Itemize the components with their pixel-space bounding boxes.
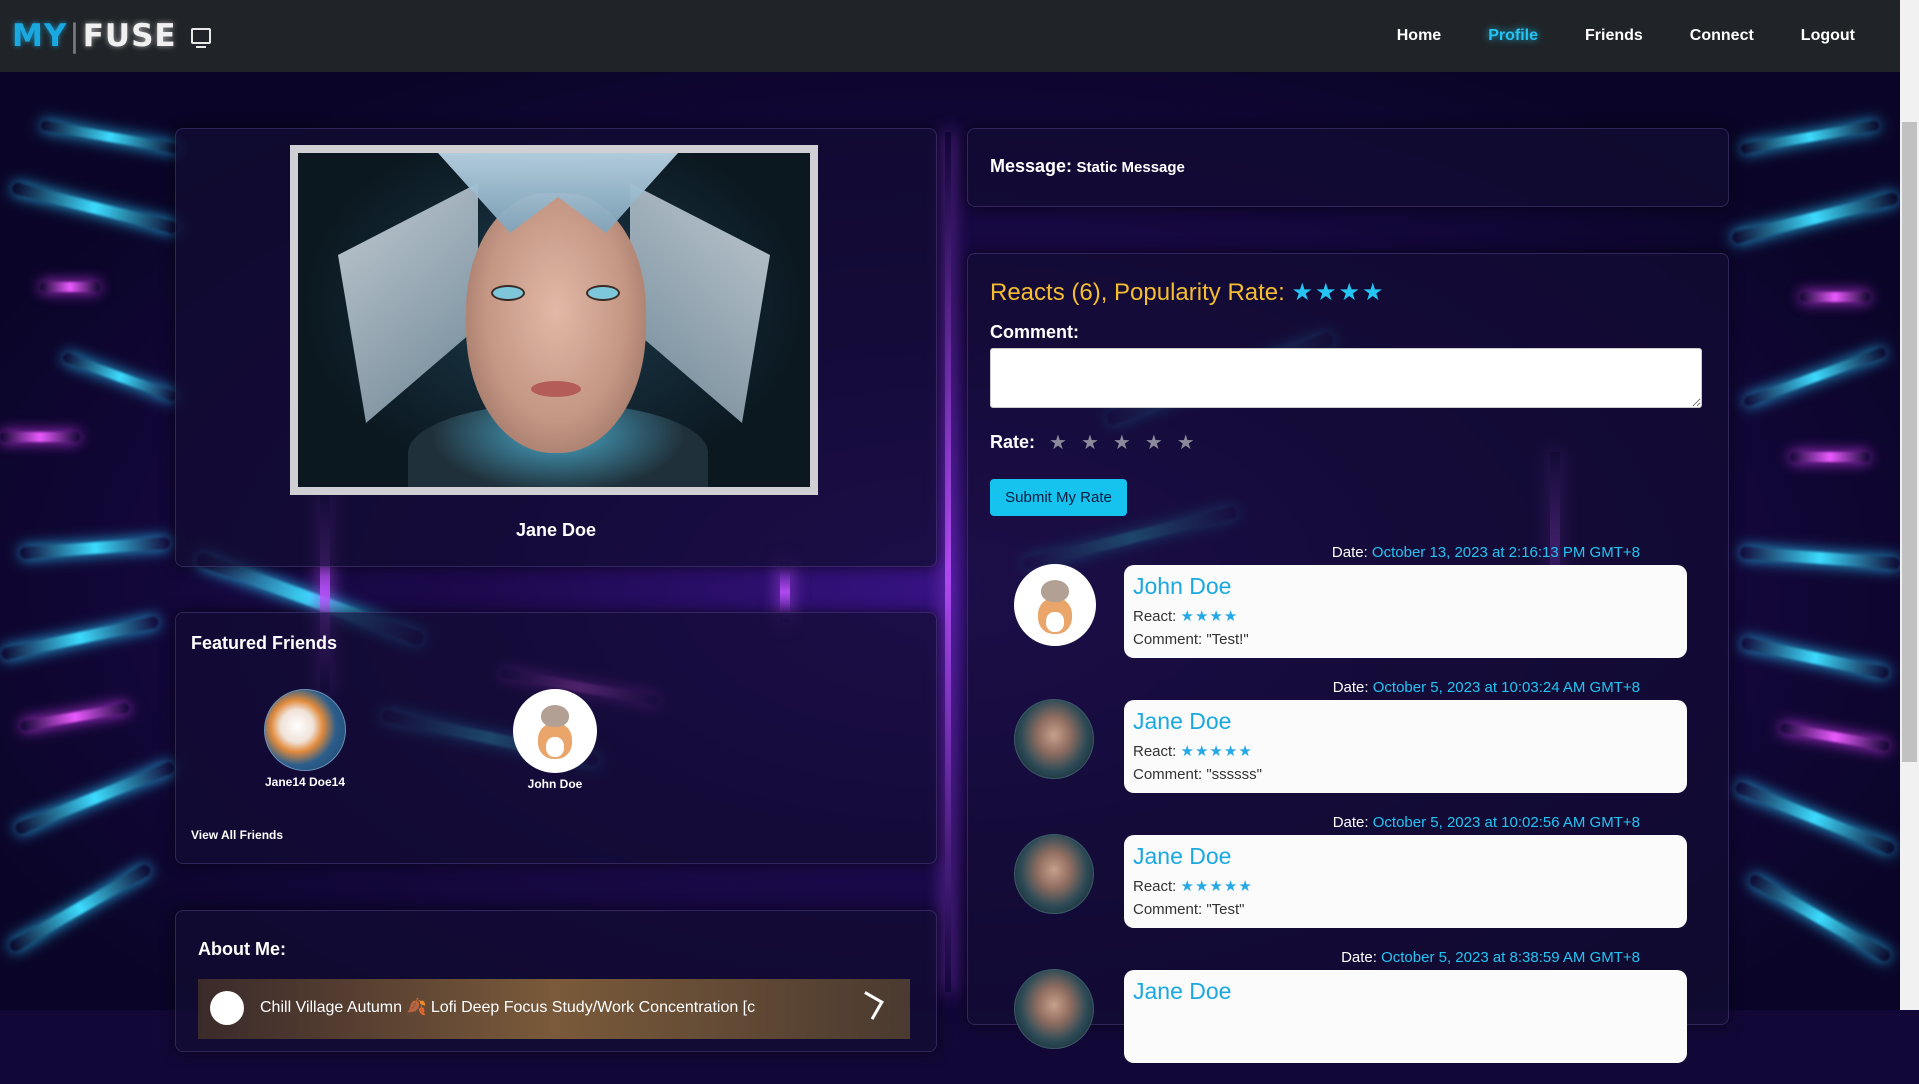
nav-links: Home Profile Friends Connect Logout	[1397, 0, 1855, 72]
featured-friends-panel: Featured Friends Jane14 Doe14 John Doe V…	[175, 612, 937, 864]
submit-rate-button[interactable]: Submit My Rate	[990, 479, 1127, 516]
logo-fuse: FUSE	[82, 18, 177, 54]
dog-with-cat-avatar[interactable]	[1014, 564, 1096, 646]
reacts-count: Reacts (6),	[990, 279, 1108, 306]
react-entry: Date: October 5, 2023 at 8:38:59 AM GMT+…	[968, 949, 1728, 1084]
popularity-stars: ★★★★	[1291, 279, 1386, 306]
date-label: Date:	[1341, 949, 1377, 966]
scrollbar-thumb[interactable]	[1902, 122, 1917, 762]
elf-avatar[interactable]	[1014, 699, 1094, 779]
embedded-video[interactable]: Chill Village Autumn 🍂 Lofi Deep Focus S…	[198, 979, 910, 1039]
rate-star-4-icon[interactable]: ★	[1145, 430, 1163, 455]
friend-jane14-doe14[interactable]: Jane14 Doe14	[245, 689, 365, 789]
logo-my: MY	[12, 18, 68, 54]
profile-card: Jane Doe	[175, 128, 937, 567]
profile-photo	[298, 153, 810, 487]
react-entry: Date: October 5, 2023 at 10:02:56 AM GMT…	[968, 814, 1728, 949]
profile-name: Jane Doe	[515, 520, 597, 540]
nav-home[interactable]: Home	[1397, 27, 1441, 45]
entry-date: October 5, 2023 at 8:38:59 AM GMT+8	[1381, 949, 1640, 966]
react-stars: ★★★★★	[1180, 878, 1253, 895]
reacts-summary: Reacts (6), Popularity Rate: ★★★★	[990, 278, 1386, 307]
rate-star-1-icon[interactable]: ★	[1049, 430, 1067, 455]
reactor-name[interactable]: Jane Doe	[1133, 843, 1231, 870]
about-me-heading: About Me:	[198, 939, 286, 959]
popularity-label: Popularity Rate:	[1114, 279, 1285, 306]
message-label: Message:	[990, 156, 1073, 176]
message-value: Static Message	[1076, 159, 1185, 176]
top-navbar: MY | FUSE Home Profile Friends Connect L…	[0, 0, 1900, 72]
elf-avatar[interactable]	[1014, 969, 1094, 1049]
date-label: Date:	[1332, 814, 1369, 831]
channel-avatar-icon[interactable]	[210, 991, 244, 1025]
react-card: John Doe React: ★★★★ Comment: "Test!"	[1124, 565, 1687, 658]
rate-star-3-icon[interactable]: ★	[1113, 430, 1131, 455]
reactor-name[interactable]: Jane Doe	[1133, 708, 1231, 735]
monitor-icon	[190, 28, 211, 48]
share-icon[interactable]	[855, 991, 884, 1020]
video-title[interactable]: Chill Village Autumn 🍂 Lofi Deep Focus S…	[260, 997, 755, 1017]
friend-name[interactable]: John Doe	[495, 777, 615, 791]
featured-friends-heading: Featured Friends	[191, 633, 338, 653]
message-panel: Message: Static Message	[967, 128, 1729, 207]
react-entry: Date: October 5, 2023 at 10:03:24 AM GMT…	[968, 679, 1728, 814]
reacts-panel: Reacts (6), Popularity Rate: ★★★★ Commen…	[967, 253, 1729, 1063]
react-stars: ★★★★	[1180, 608, 1239, 625]
page-scrollbar[interactable]	[1900, 0, 1919, 1010]
nav-friends[interactable]: Friends	[1585, 27, 1643, 45]
elf-avatar[interactable]	[1014, 834, 1094, 914]
nav-logout[interactable]: Logout	[1801, 27, 1855, 45]
view-all-friends-link[interactable]: View All Friends	[191, 828, 283, 842]
entry-date: October 13, 2023 at 2:16:13 PM GMT+8	[1371, 544, 1640, 561]
comment-input[interactable]	[990, 348, 1702, 408]
react-comment: Comment: "Test!"	[1133, 631, 1249, 648]
nav-connect[interactable]: Connect	[1690, 27, 1754, 45]
friend-name[interactable]: Jane14 Doe14	[245, 775, 365, 789]
react-label: React:	[1133, 743, 1177, 760]
entry-date: October 5, 2023 at 10:03:24 AM GMT+8	[1372, 679, 1640, 696]
rate-star-2-icon[interactable]: ★	[1081, 430, 1099, 455]
reactor-name[interactable]: John Doe	[1133, 573, 1231, 600]
nav-profile[interactable]: Profile	[1488, 27, 1538, 45]
react-label: React:	[1133, 608, 1177, 625]
rate-row: Rate: ★ ★ ★ ★ ★	[990, 430, 1195, 455]
profile-photo-frame	[290, 145, 818, 495]
date-label: Date:	[1332, 679, 1369, 696]
react-card: Jane Doe React: ★★★★★ Comment: "ssssss"	[1124, 700, 1687, 793]
react-stars: ★★★★★	[1180, 743, 1253, 760]
friend-john-doe[interactable]: John Doe	[495, 689, 615, 791]
dog-with-cat-avatar[interactable]	[513, 689, 597, 773]
reactor-name[interactable]: Jane Doe	[1133, 978, 1231, 1005]
goldfish-avatar[interactable]	[264, 689, 346, 771]
site-logo[interactable]: MY | FUSE	[12, 18, 211, 54]
react-card: Jane Doe React: ★★★★★ Comment: "Test"	[1124, 835, 1687, 928]
react-entry: Date: October 13, 2023 at 2:16:13 PM GMT…	[968, 544, 1728, 679]
comment-label: Comment:	[990, 322, 1079, 342]
react-label: React:	[1133, 878, 1177, 895]
react-comment: Comment: "Test"	[1133, 901, 1245, 918]
rate-label: Rate:	[990, 432, 1036, 452]
entry-date: October 5, 2023 at 10:02:56 AM GMT+8	[1372, 814, 1640, 831]
react-comment: Comment: "ssssss"	[1133, 766, 1263, 783]
logo-separator: |	[69, 18, 81, 54]
about-me-panel: About Me: Chill Village Autumn 🍂 Lofi De…	[175, 910, 937, 1052]
react-card: Jane Doe	[1124, 970, 1687, 1063]
rate-star-5-icon[interactable]: ★	[1177, 430, 1195, 455]
date-label: Date:	[1331, 544, 1368, 561]
